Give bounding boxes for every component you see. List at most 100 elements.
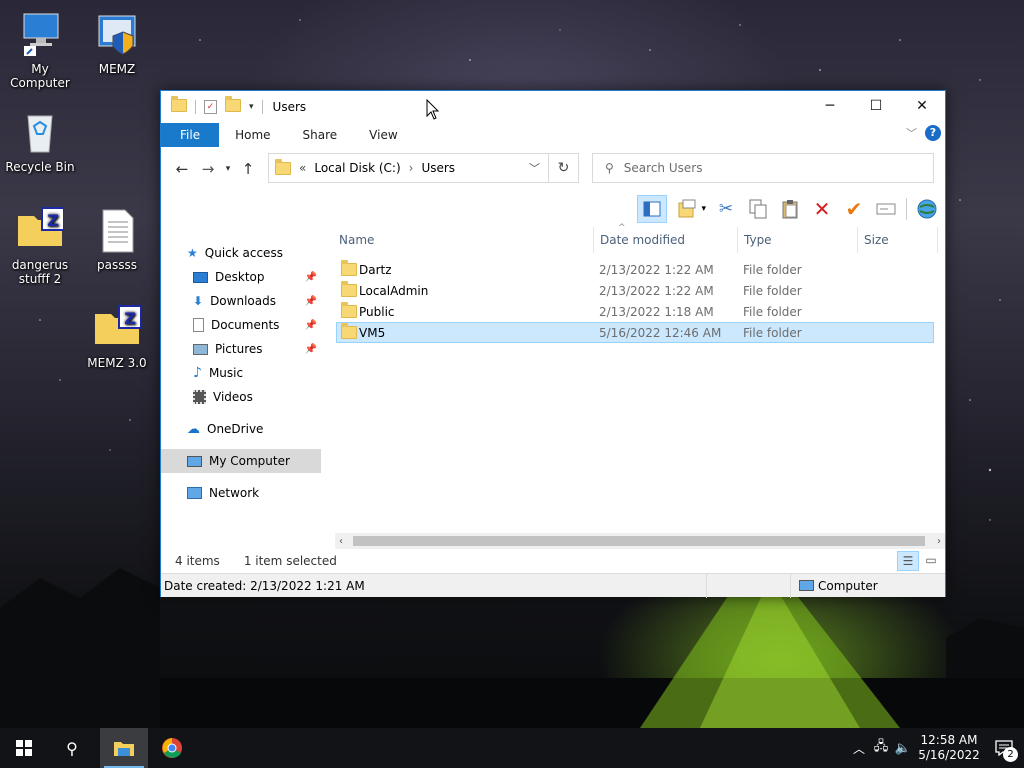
window-controls: ─ ☐ ✕ <box>807 91 945 121</box>
nav-documents[interactable]: Documents 📌 <box>161 313 321 337</box>
search-box[interactable]: ⚲ Search Users <box>592 153 934 183</box>
nav-downloads[interactable]: ⬇ Downloads 📌 <box>161 289 321 313</box>
explorer-body: ★ Quick access Desktop 📌 ⬇ Downloads 📌 D… <box>161 223 945 549</box>
pin-icon[interactable]: 📌 <box>305 344 317 355</box>
zip-folder-icon: Z <box>93 304 142 352</box>
dropdown-arrow-icon[interactable]: ▾ <box>701 204 706 214</box>
desktop-icon-memz-3[interactable]: Z MEMZ 3.0 <box>77 304 157 370</box>
close-button[interactable]: ✕ <box>899 91 945 121</box>
forward-arrow-icon[interactable]: → <box>195 160 221 178</box>
maximize-button[interactable]: ☐ <box>853 91 899 121</box>
divider <box>706 574 707 598</box>
address-bar[interactable]: « Local Disk (C:) › Users ﹀ <box>268 153 549 183</box>
tab-view[interactable]: View <box>353 123 413 147</box>
help-icon[interactable]: ? <box>925 125 941 141</box>
nav-label: Documents <box>211 318 280 332</box>
paste-icon[interactable] <box>778 197 802 221</box>
nav-music[interactable]: ♪ Music <box>161 361 321 385</box>
refresh-icon: ↻ <box>557 160 570 176</box>
globe-icon[interactable] <box>915 197 939 221</box>
title-bar[interactable]: ✓ ▾ Users ─ ☐ ✕ <box>161 91 945 123</box>
show-hidden-icons-icon[interactable]: ︿ <box>848 740 870 757</box>
pin-icon[interactable]: 📌 <box>305 296 317 307</box>
desktop-icon-my-computer[interactable]: My Computer <box>0 10 80 90</box>
column-divider[interactable] <box>857 227 858 253</box>
details-view-icon[interactable]: ☰ <box>897 551 919 571</box>
refresh-button[interactable]: ↻ <box>549 153 579 183</box>
expand-ribbon-icon[interactable]: ﹀ <box>906 125 917 141</box>
desktop-icon-memz[interactable]: MEMZ <box>77 10 157 76</box>
column-size[interactable]: Size <box>864 233 889 247</box>
new-folder-icon[interactable] <box>225 96 241 115</box>
memz-shield-icon <box>93 10 141 58</box>
desktop-icon-recycle-bin[interactable]: Recycle Bin <box>0 108 80 174</box>
nav-onedrive[interactable]: ☁ OneDrive <box>161 417 321 441</box>
taskbar-file-explorer[interactable] <box>100 728 148 768</box>
search-input[interactable]: Search Users <box>624 161 703 175</box>
document-icon <box>193 318 204 332</box>
desktop-icon-dangerus-stufff-2[interactable]: Z dangerus stufff 2 <box>0 206 80 286</box>
horizontal-scrollbar[interactable]: ‹ › <box>335 533 945 549</box>
nav-desktop[interactable]: Desktop 📌 <box>161 265 321 289</box>
properties-icon[interactable]: ✓ <box>204 100 217 114</box>
scroll-right-icon[interactable]: › <box>937 536 941 547</box>
file-date: 2/13/2022 1:22 AM <box>599 262 714 277</box>
tab-file[interactable]: File <box>161 123 220 147</box>
breadcrumb-separator[interactable]: › <box>409 161 414 175</box>
preview-pane-icon[interactable] <box>637 195 668 223</box>
nav-pictures[interactable]: Pictures 📌 <box>161 337 321 361</box>
notification-center-icon[interactable]: 2 <box>984 728 1024 768</box>
checkmark-icon[interactable]: ✔ <box>842 197 866 221</box>
back-arrow-icon[interactable]: ← <box>169 160 195 178</box>
tab-share[interactable]: Share <box>287 123 354 147</box>
nav-label: Network <box>209 486 260 500</box>
clock[interactable]: 12:58 AM 5/16/2022 <box>914 733 984 763</box>
ribbon-right: ﹀ ? <box>906 125 941 141</box>
table-row[interactable]: LocalAdmin 2/13/2022 1:22 AM File folder <box>336 280 934 301</box>
address-overflow-chevron[interactable]: « <box>299 161 306 175</box>
nav-videos[interactable]: Videos <box>161 385 321 409</box>
tab-home[interactable]: Home <box>219 123 286 147</box>
nav-quick-access[interactable]: ★ Quick access <box>161 241 321 265</box>
nav-label: Music <box>208 366 244 380</box>
table-row-selected[interactable]: VM5 5/16/2022 12:46 AM File folder <box>336 322 934 343</box>
copy-icon[interactable] <box>746 197 770 221</box>
column-divider[interactable] <box>737 227 738 253</box>
table-row[interactable]: Dartz 2/13/2022 1:22 AM File folder <box>336 259 934 280</box>
scrollbar-thumb[interactable] <box>353 536 925 546</box>
volume-icon[interactable]: 🔈 <box>892 741 914 756</box>
desktop-icon-label: MEMZ 3.0 <box>87 356 147 370</box>
windows-logo-icon <box>16 740 32 756</box>
search-button[interactable]: ⚲ <box>48 728 96 768</box>
scroll-left-icon[interactable]: ‹ <box>339 536 343 547</box>
nav-my-computer[interactable]: My Computer <box>161 449 321 473</box>
minimize-button[interactable]: ─ <box>807 91 853 121</box>
column-name[interactable]: Name <box>339 233 374 247</box>
svg-text:Z: Z <box>124 309 136 328</box>
delete-icon[interactable]: ✕ <box>810 197 834 221</box>
recent-locations-icon[interactable]: ▾ <box>221 164 235 174</box>
breadcrumb-users[interactable]: Users <box>421 161 455 175</box>
column-type[interactable]: Type <box>744 233 772 247</box>
large-icons-view-icon[interactable]: ▭ <box>921 551 941 571</box>
start-button[interactable] <box>0 728 48 768</box>
cut-icon[interactable]: ✂ <box>714 197 738 221</box>
pin-icon[interactable]: 📌 <box>305 272 317 283</box>
desktop-icon-label: MEMZ <box>98 62 136 76</box>
table-row[interactable]: Public 2/13/2022 1:18 AM File folder <box>336 301 934 322</box>
taskbar-chrome[interactable] <box>148 728 196 768</box>
customize-qat-icon[interactable]: ▾ <box>249 102 254 112</box>
network-icon[interactable]: 🖧 <box>870 737 892 759</box>
desktop-icon-passss[interactable]: passss <box>77 206 157 272</box>
pin-icon[interactable]: 📌 <box>305 320 317 331</box>
column-divider[interactable] <box>937 227 938 253</box>
nav-network[interactable]: Network <box>161 481 321 505</box>
properties-checklist-icon[interactable] <box>675 197 699 221</box>
folder-icon <box>341 302 357 318</box>
address-dropdown-icon[interactable]: ﹀ <box>529 160 540 176</box>
breadcrumb-local-disk[interactable]: Local Disk (C:) <box>314 161 400 175</box>
up-arrow-icon[interactable]: ↑ <box>235 160 261 178</box>
column-date-modified[interactable]: Date modified <box>600 233 685 247</box>
rename-icon[interactable] <box>874 197 898 221</box>
column-divider[interactable] <box>593 227 594 253</box>
